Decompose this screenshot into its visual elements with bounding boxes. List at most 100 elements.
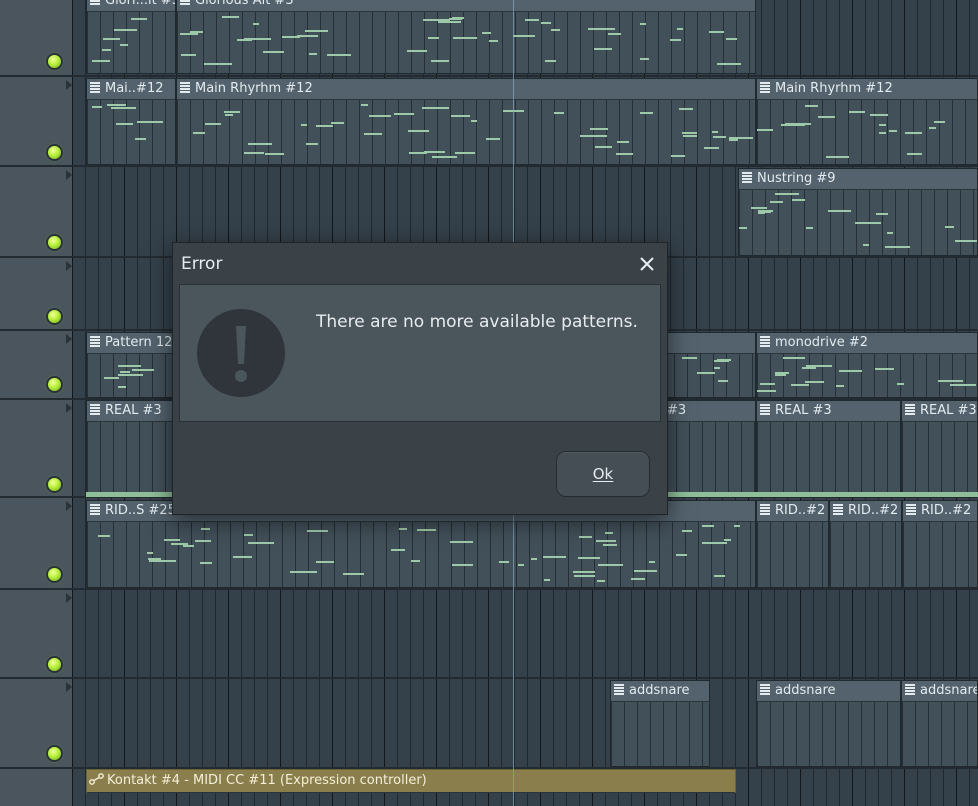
exclamation-icon [196,308,286,398]
pattern-clip[interactable]: monodrive #2 [756,332,978,398]
pattern-clip[interactable]: REAL #3 [901,400,978,496]
midi-note [147,552,153,554]
track-mute-led[interactable] [48,55,61,68]
midi-note [757,129,773,131]
pattern-clip[interactable]: Glorious Alt #3 [176,0,756,74]
pattern-clip[interactable]: RID..#2 [756,500,829,588]
midi-note [438,21,461,23]
clip-header: Pattern 12 [87,333,175,354]
error-dialog: Error There are no more available patter… [172,242,668,515]
clip-header: Main Rhyrhm #12 [177,79,755,100]
midi-note [183,545,194,547]
track-mute-led[interactable] [48,310,61,323]
midi-note [543,556,566,558]
midi-note [248,143,272,145]
pattern-clip[interactable] [660,332,756,398]
midi-note [180,33,198,35]
midi-note [233,556,252,558]
midi-note [297,35,318,37]
midi-note [554,112,564,114]
midi-note [889,130,897,132]
track-mute-led[interactable] [48,146,61,159]
midi-note [107,104,126,106]
midi-note [929,127,936,129]
midi-note [118,365,141,367]
pattern-clip[interactable]: #3 [662,400,756,496]
track-notch [66,682,72,692]
midi-note [224,111,240,113]
midi-note [248,542,274,544]
midi-note [343,573,364,575]
midi-note [525,19,539,21]
midi-note [193,132,205,134]
midi-note [578,557,600,559]
pattern-icon [760,504,770,515]
midi-note [806,365,832,367]
midi-note [879,132,886,134]
midi-note [855,222,881,224]
clip-header: REAL #3 [902,401,977,422]
track-divider [0,677,978,679]
track-divider [0,165,978,167]
pattern-clip[interactable]: RID..#2 [902,500,978,588]
midi-note [717,359,731,361]
pattern-clip[interactable]: REAL #3 [756,400,901,496]
clip-label: REAL #3 [105,403,162,418]
midi-note [513,35,535,37]
pattern-clip[interactable]: addsnare [610,680,710,767]
clip-header: addsnare [902,681,977,702]
midi-note [399,528,407,530]
pattern-clip[interactable]: Main Rhyrhm #12 [756,78,978,165]
ok-button[interactable]: Ok [556,451,650,497]
track-mute-led[interactable] [48,378,61,391]
midi-note [394,113,414,115]
midi-note [640,112,653,114]
midi-note [763,211,771,213]
midi-note [775,374,786,376]
midi-note [603,544,617,546]
pattern-clip[interactable]: Glori...lt #3 [86,0,176,74]
midi-note [783,357,805,359]
clip-label: Glori...lt #3 [105,0,175,8]
track-mute-led[interactable] [48,658,61,671]
midi-note [709,31,724,33]
track-mute-led[interactable] [48,478,61,491]
clip-label: #3 [667,403,687,418]
midi-note [307,530,328,532]
midi-note [876,213,888,215]
midi-note [407,50,427,52]
clip-header: Mai..#12 [87,79,175,100]
midi-note [605,532,613,534]
midi-note [369,115,391,117]
midi-note [597,580,605,582]
midi-note [265,153,284,155]
midi-note [489,40,498,42]
midi-note [879,124,886,126]
clip-label: Kontakt #4 - MIDI CC #11 (Expression con… [107,773,427,788]
clip-label: addsnare [920,683,977,698]
track-mute-led[interactable] [48,747,61,760]
midi-note [364,133,382,135]
dialog-body: There are no more available patterns. [179,284,661,422]
automation-clip[interactable]: Kontakt #4 - MIDI CC #11 (Expression con… [86,769,736,793]
pattern-clip[interactable]: addsnare [756,680,901,767]
pattern-clip[interactable]: RID..#2 [829,500,902,588]
pattern-clip[interactable]: Main Rhyrhm #12 [176,78,756,165]
pattern-clip[interactable]: REAL #3 [86,400,176,496]
track-mute-led[interactable] [48,568,61,581]
clip-label: REAL #3 [920,403,977,418]
midi-note [682,132,697,134]
midi-note [950,384,976,386]
close-icon[interactable] [637,254,657,274]
midi-note [455,152,475,154]
track-mute-led[interactable] [48,236,61,249]
pattern-clip[interactable]: Nustring #9 [738,168,978,256]
midi-note [544,579,550,581]
midi-note [713,136,726,138]
pattern-clip[interactable]: Pattern 12 [86,332,176,398]
pattern-clip[interactable]: Mai..#12 [86,78,176,165]
pattern-clip[interactable]: addsnare [901,680,978,767]
clip-label: Mai..#12 [105,81,164,96]
midi-note [775,193,799,195]
midi-note [702,542,727,544]
